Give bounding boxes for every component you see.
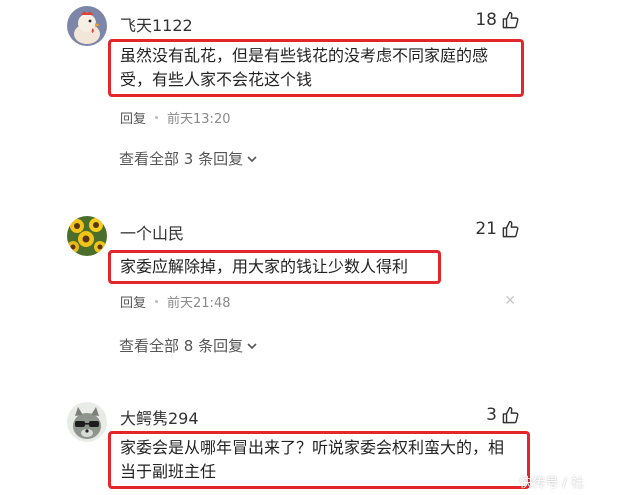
chevron-down-icon: [247, 342, 257, 349]
comment-list: 飞天1122 18 虽然没有乱花，但是有些钱花的没考虑不同家庭的感受，有些人家不…: [0, 0, 624, 495]
separator-dot: [155, 116, 159, 119]
view-replies-label: 查看全部 3 条回复: [119, 150, 244, 168]
like-count: 3: [486, 405, 497, 425]
like-button[interactable]: 3: [486, 405, 520, 425]
thumbs-up-icon: [502, 220, 519, 237]
view-replies-label: 查看全部 8 条回复: [119, 337, 244, 355]
view-all-replies-link[interactable]: 查看全部 3 条回复: [119, 148, 258, 169]
reply-button[interactable]: 回复: [120, 108, 146, 127]
separator-dot: [155, 300, 159, 303]
sunflower-avatar-icon[interactable]: [67, 216, 107, 256]
comment-text: 家委应解除掉，用大家的钱让少数人得利: [108, 250, 441, 284]
rooster-avatar-icon[interactable]: [67, 6, 107, 46]
comment-meta: 回复 前天21:48: [120, 292, 230, 311]
username[interactable]: 大鳄隽294: [120, 405, 199, 429]
comment-text: 虽然没有乱花，但是有些钱花的没考虑不同家庭的感受，有些人家不会花这个钱: [108, 39, 524, 97]
timestamp: 前天21:48: [167, 296, 231, 311]
like-count: 18: [475, 10, 497, 30]
username[interactable]: 一个山民: [120, 220, 184, 244]
username[interactable]: 飞天1122: [120, 12, 193, 36]
raccoon-avatar-icon[interactable]: [67, 402, 107, 442]
watermark: 快传号 / 社: [519, 476, 584, 491]
reply-button[interactable]: 回复: [120, 292, 146, 311]
comment-text: 家委会是从哪年冒出来了？听说家委会权利蛮大的，相当于副班主任: [108, 431, 530, 489]
thumbs-up-icon: [502, 406, 519, 423]
chevron-down-icon: [247, 155, 257, 162]
view-all-replies-link[interactable]: 查看全部 8 条回复: [119, 335, 258, 356]
thumbs-up-icon: [502, 11, 519, 28]
like-button[interactable]: 21: [475, 219, 520, 239]
timestamp: 前天13:20: [167, 112, 231, 127]
like-count: 21: [475, 219, 497, 239]
comment-meta: 回复 前天13:20: [120, 108, 230, 127]
close-icon[interactable]: ✕: [504, 293, 516, 309]
like-button[interactable]: 18: [475, 10, 520, 30]
